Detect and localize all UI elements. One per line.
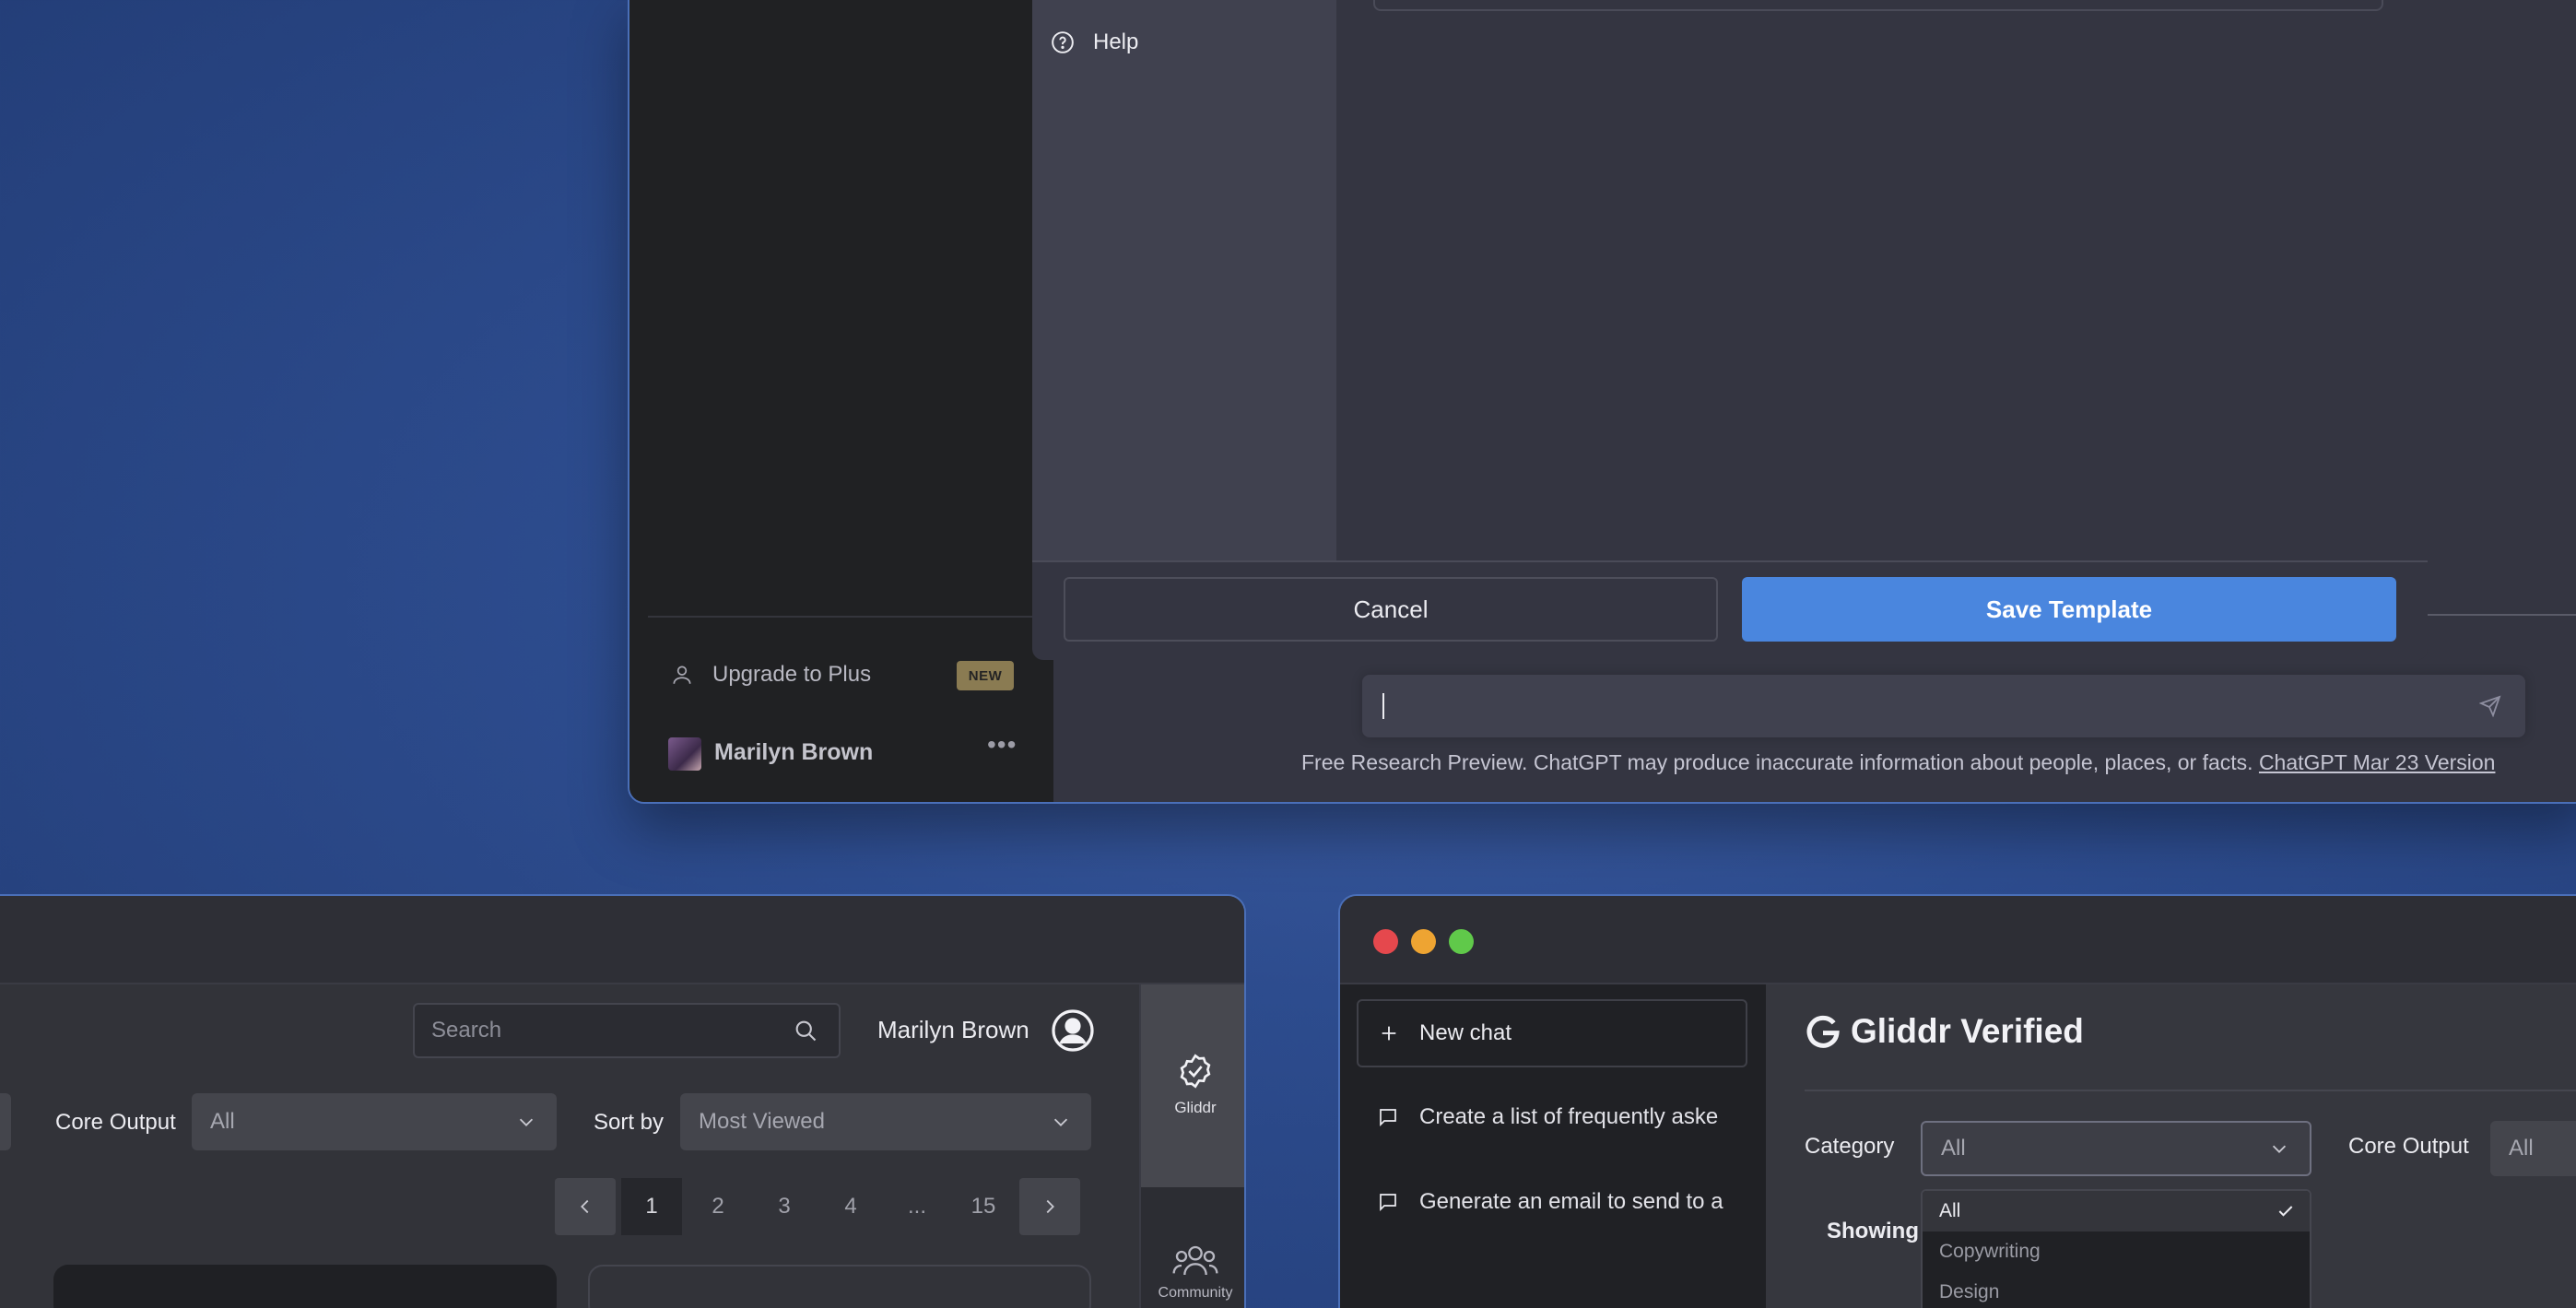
option-label: Design [1939,1281,2000,1302]
library-window: Search Marilyn Brown Core Output All Sor… [0,894,1246,1308]
template-text-area[interactable] [1373,0,2383,11]
next-page-button[interactable] [1019,1178,1080,1235]
header-divider [2428,614,2576,616]
page-ellipsis: ... [907,1194,926,1219]
minimize-window-button[interactable] [1411,929,1436,954]
close-window-button[interactable] [1373,929,1398,954]
dropdown-option-all[interactable]: All [1923,1191,2310,1231]
filter-select-partial[interactable] [0,1093,11,1150]
sidebar-user-name[interactable]: Marilyn Brown [714,739,873,766]
chevron-left-icon [581,1199,589,1214]
rail-gliddr-label: Gliddr [1174,1099,1217,1116]
core-output-label: Core Output [2348,1134,2469,1159]
page-3-button[interactable]: 3 [754,1178,815,1235]
app-rail: Gliddr Community [1139,984,1244,1308]
send-icon[interactable] [2479,695,2501,717]
page-title: Gliddr Verified [1805,1012,2084,1051]
chat-bubble-icon [1380,1194,1396,1212]
text-caret [1382,693,1384,719]
chevron-down-icon [519,1118,534,1126]
page-1-button[interactable]: 1 [621,1178,682,1235]
history-item-label: Create a list of frequently aske [1419,1104,1719,1129]
title-bar [1340,896,2576,984]
version-link[interactable]: ChatGPT Mar 23 Version [2259,750,2496,774]
rail-item-community[interactable]: Community [1141,1243,1244,1302]
dropdown-option-copywriting[interactable]: Copywriting [1923,1231,2310,1272]
gliddr-logo-icon [1806,1015,1840,1048]
card-partial[interactable] [588,1265,1091,1308]
core-output-label: Core Output [55,1110,176,1135]
history-item[interactable]: Generate an email to send to a [1377,1189,1723,1215]
rail-community-label: Community [1158,1285,1233,1301]
dropdown-option-design[interactable]: Design [1923,1272,2310,1308]
page-4-button[interactable]: 4 [820,1178,881,1235]
plus-icon [1382,1026,1396,1041]
core-output-select[interactable]: All [2490,1121,2576,1176]
search-input[interactable]: Search [413,1003,841,1058]
title-divider [1805,1090,2576,1091]
search-placeholder: Search [431,1018,502,1043]
help-label: Help [1093,29,1139,54]
core-output-select[interactable]: All [192,1093,557,1150]
chatgpt-window: Upgrade to Plus NEW Marilyn Brown ••• He… [628,0,2576,804]
template-modal: Help Cancel Save Template [1032,0,2428,660]
new-chat-button[interactable]: New chat [1357,999,1747,1067]
save-template-button[interactable]: Save Template [1742,577,2396,642]
history-item[interactable]: Create a list of frequently aske [1377,1104,1718,1130]
more-options-icon[interactable]: ••• [987,730,1017,760]
category-dropdown: All Copywriting Design [1921,1189,2311,1308]
verified-badge-icon [1180,1054,1211,1089]
chevron-right-icon [1046,1199,1054,1214]
help-menu-item[interactable]: Help [1051,29,1138,55]
chevron-down-icon [1053,1118,1068,1126]
page-2-button[interactable]: 2 [688,1178,748,1235]
card-partial[interactable] [53,1265,557,1308]
core-output-value: All [2509,1136,2534,1161]
page-title-text: Gliddr Verified [1851,1012,2084,1050]
gliddr-window: New chat Create a list of frequently ask… [1338,894,2576,1308]
upgrade-label: Upgrade to Plus [712,662,872,687]
modal-footer-divider [1032,560,2428,562]
checkmark-icon [2278,1206,2293,1217]
history-item-label: Generate an email to send to a [1419,1189,1723,1214]
upgrade-to-plus-button[interactable]: Upgrade to Plus [670,662,871,688]
chat-sidebar: Upgrade to Plus NEW Marilyn Brown ••• [629,0,1053,802]
page-15-button[interactable]: 15 [953,1178,1014,1235]
maximize-window-button[interactable] [1449,929,1474,954]
chevron-down-icon [2272,1145,2287,1153]
user-icon [673,666,691,684]
rail-item-gliddr[interactable]: Gliddr [1141,984,1244,1187]
avatar[interactable] [668,737,701,771]
prev-page-button[interactable] [555,1178,616,1235]
category-label: Category [1805,1134,1895,1159]
header-user-name[interactable]: Marilyn Brown [877,1016,1029,1044]
option-label: All [1939,1200,1961,1221]
disclaimer-text: Free Research Preview. ChatGPT may produ… [1301,750,2259,774]
category-value: All [1941,1136,1966,1161]
message-input[interactable] [1362,675,2525,737]
new-chat-label: New chat [1419,1020,1512,1045]
core-output-value: All [210,1109,235,1134]
sort-by-select[interactable]: Most Viewed [680,1093,1091,1150]
sort-by-label: Sort by [594,1110,665,1135]
category-select[interactable]: All [1921,1121,2311,1176]
sidebar-divider [648,616,1044,618]
community-icon [1172,1245,1218,1276]
profile-icon[interactable] [1051,1008,1095,1053]
cancel-button[interactable]: Cancel [1064,577,1718,642]
search-icon[interactable] [793,1018,818,1043]
title-bar [0,896,1244,984]
new-badge: NEW [957,661,1014,690]
library-main: Search Marilyn Brown Core Output All Sor… [0,984,1139,1308]
option-label: Copywriting [1939,1241,2041,1262]
modal-sidebar: Help [1032,0,1336,560]
chat-bubble-icon [1380,1109,1396,1127]
disclaimer: Free Research Preview. ChatGPT may produ… [1301,750,2495,775]
help-icon [1052,31,1074,53]
sort-by-value: Most Viewed [699,1109,825,1134]
pagination: 1 2 3 4 ... 15 [555,1178,1080,1235]
